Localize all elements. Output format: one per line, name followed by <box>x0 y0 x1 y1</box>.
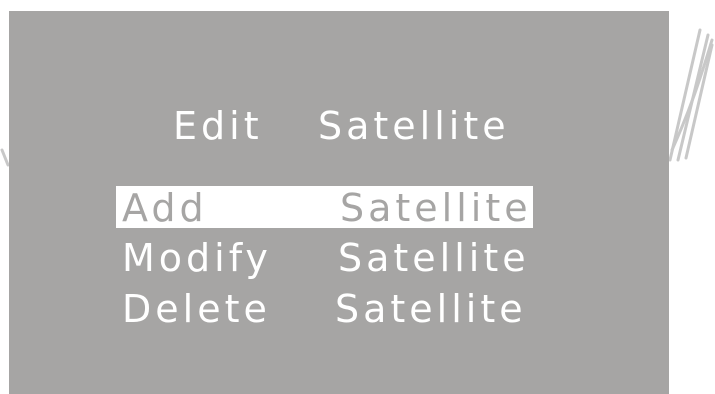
menu-item-modify-satellite[interactable]: Modify Satellite <box>9 236 669 280</box>
menu-item-target-label: Satellite <box>335 287 527 331</box>
edit-satellite-menu-panel: Edit Satellite Add Satellite Modify Sate… <box>9 11 669 394</box>
menu-item-delete-satellite[interactable]: Delete Satellite <box>9 287 669 331</box>
menu-item-action-label: Modify <box>122 236 272 280</box>
menu-title: Edit Satellite <box>9 96 669 156</box>
menu-title-word-edit: Edit <box>173 104 263 148</box>
menu-item-action-label: Add <box>122 186 208 230</box>
menu-item-add-satellite[interactable]: Add Satellite <box>9 186 669 230</box>
menu-item-target-label: Satellite <box>338 236 530 280</box>
menu-item-target-label: Satellite <box>340 186 532 230</box>
menu-item-action-label: Delete <box>122 287 271 331</box>
menu-title-word-satellite: Satellite <box>318 104 510 148</box>
